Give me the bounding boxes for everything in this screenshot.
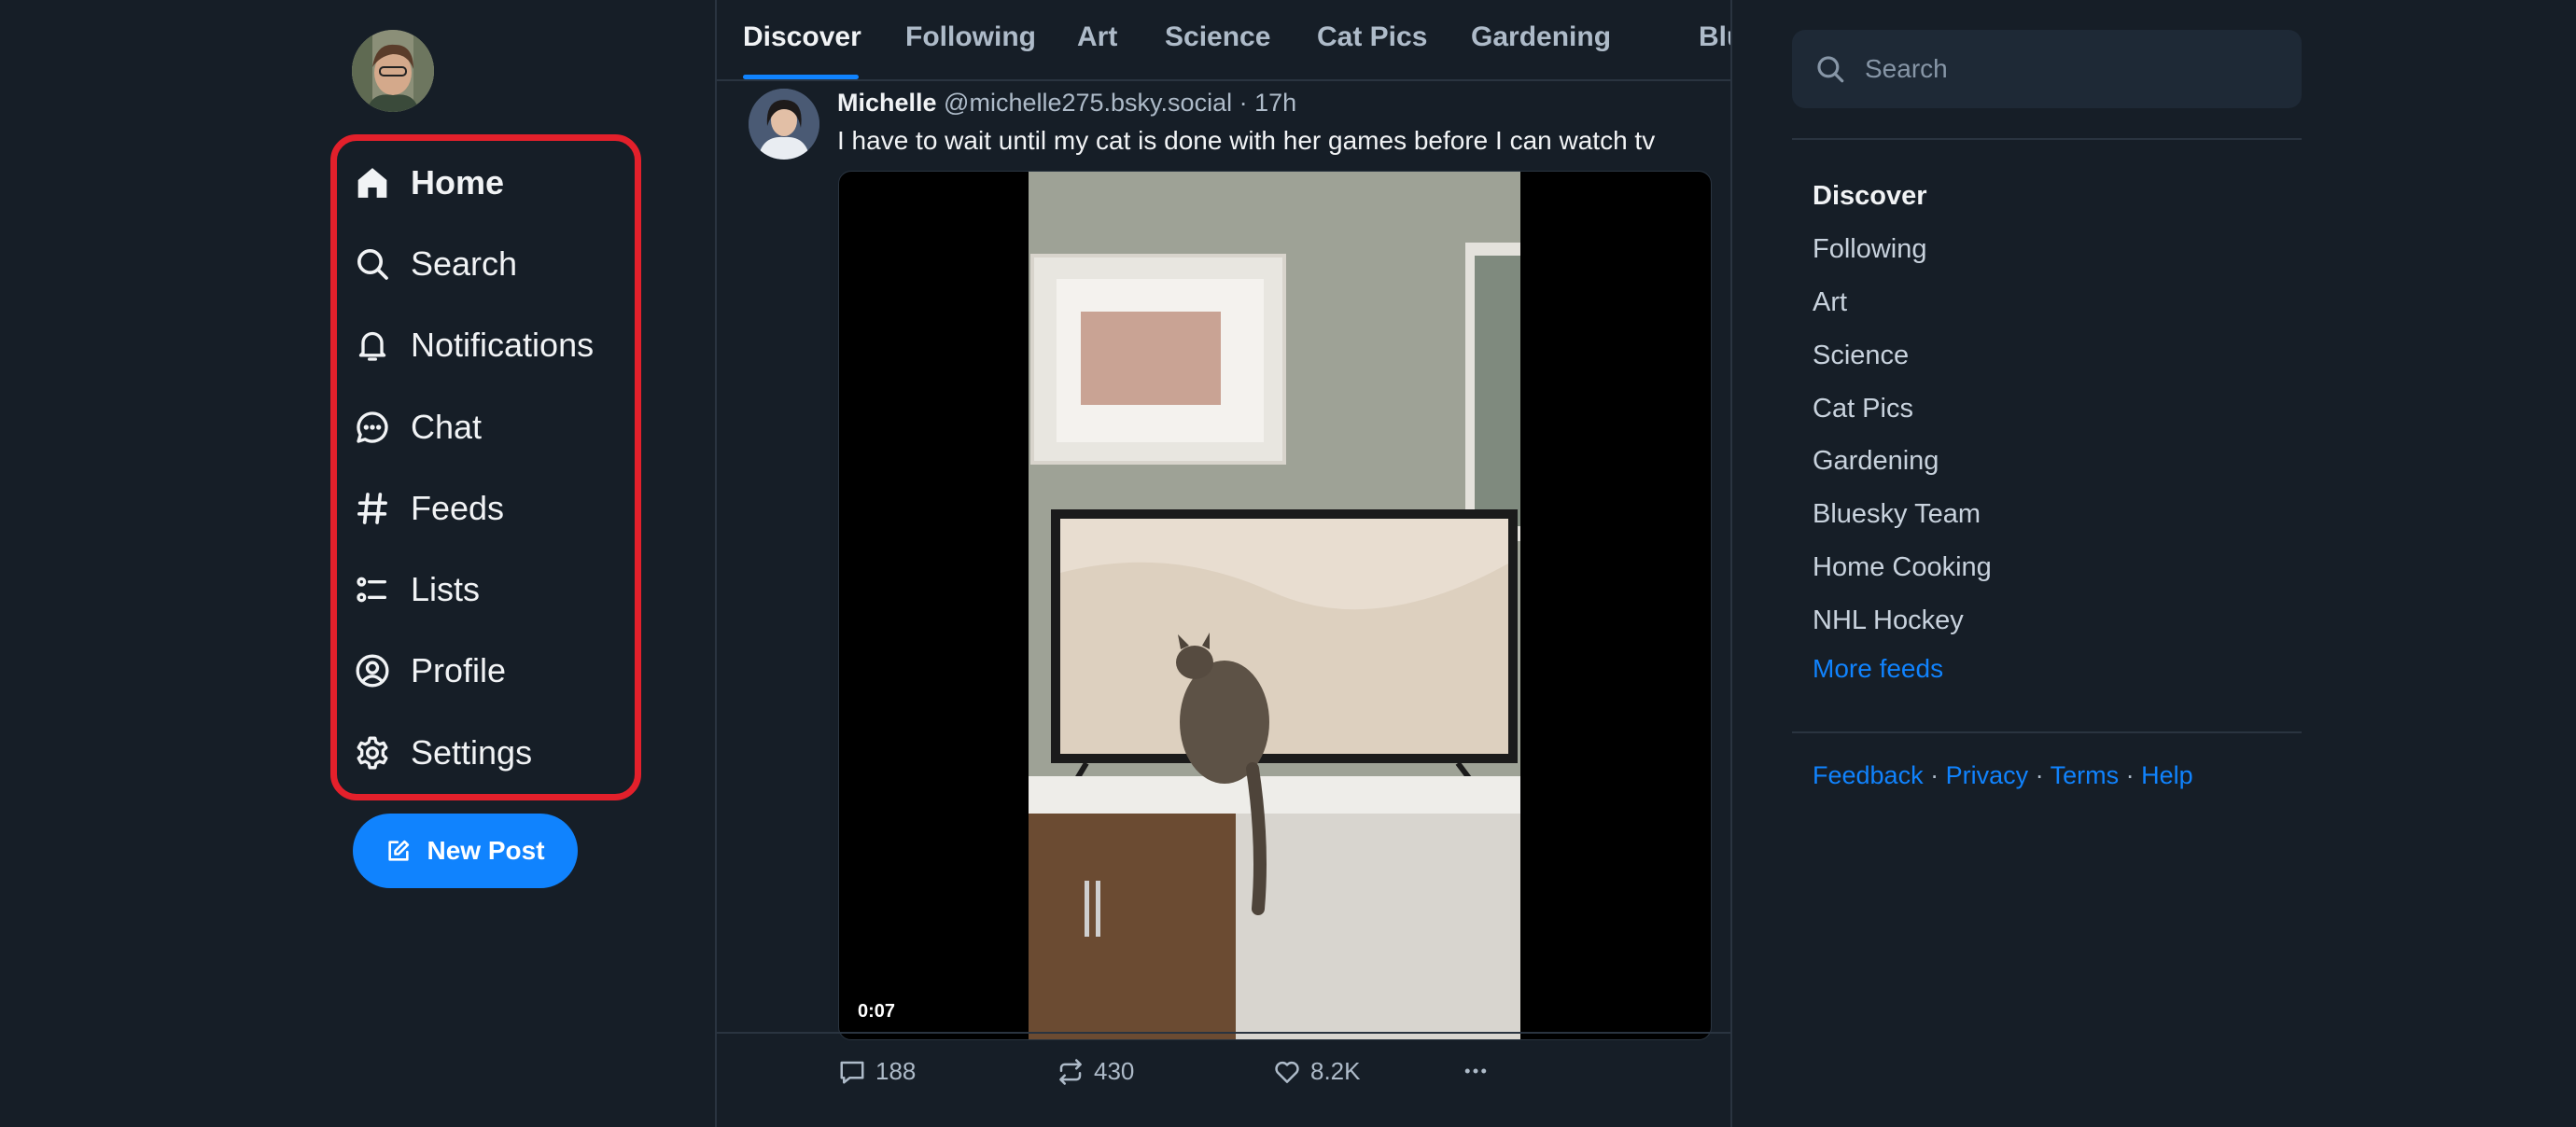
ellipsis-icon [1464, 1068, 1487, 1074]
post-actions: 188 430 8.2K [838, 1057, 1678, 1098]
reply-icon [840, 1061, 864, 1083]
nav-item-search[interactable]: Search [353, 223, 633, 304]
compose-icon [388, 840, 410, 861]
more-options-button[interactable] [1462, 1057, 1490, 1085]
post-header: Michelle @michelle275.bsky.social · 17h [837, 89, 1296, 118]
nav-item-chat[interactable]: Chat [353, 386, 633, 467]
nav-item-settings[interactable]: Settings [353, 712, 633, 793]
search-input[interactable] [1863, 53, 2277, 85]
like-count: 8.2K [1310, 1057, 1361, 1085]
feed-link-art[interactable]: Art [1813, 280, 1992, 333]
heart-icon [1275, 1061, 1299, 1083]
gear-icon [353, 733, 392, 772]
tab-bluesky-team[interactable]: Bluesk [1699, 0, 1730, 79]
feed-link-nhl-hockey[interactable]: NHL Hockey [1813, 598, 1992, 651]
feeds-list: Discover Following Art Science Cat Pics … [1813, 174, 1992, 651]
footer-links: Feedback · Privacy · Terms · Help [1813, 761, 2193, 790]
divider [1792, 138, 2302, 140]
home-icon [353, 163, 392, 202]
post-handle-time[interactable]: @michelle275.bsky.social · 17h [937, 89, 1296, 117]
bell-icon [353, 326, 392, 365]
nav-item-profile[interactable]: Profile [353, 631, 633, 712]
nav-item-home[interactable]: Home [353, 142, 633, 223]
feed-link-bluesky-team[interactable]: Bluesky Team [1813, 492, 1992, 545]
feed-link-science[interactable]: Science [1813, 333, 1992, 386]
search-box[interactable] [1792, 30, 2302, 108]
feedback-link[interactable]: Feedback [1813, 761, 1924, 789]
feed-link-gardening[interactable]: Gardening [1813, 438, 1992, 492]
search-icon [353, 244, 392, 284]
nav-item-feeds[interactable]: Feeds [353, 467, 633, 549]
chat-icon [353, 408, 392, 447]
separator: · [2028, 761, 2051, 789]
nav-label: Profile [411, 651, 507, 690]
user-avatar[interactable] [352, 30, 434, 112]
nav-item-notifications[interactable]: Notifications [353, 305, 633, 386]
terms-link[interactable]: Terms [2051, 761, 2120, 789]
repost-icon [1059, 1058, 1082, 1085]
nav-label: Notifications [411, 326, 595, 365]
reply-button[interactable]: 188 [838, 1057, 916, 1086]
nav-label: Lists [411, 570, 481, 609]
privacy-link[interactable]: Privacy [1946, 761, 2029, 789]
feed-link-following[interactable]: Following [1813, 227, 1992, 280]
video-player[interactable]: 0:07 [838, 171, 1712, 1040]
post-text: I have to wait until my cat is done with… [837, 126, 1656, 155]
nav-label: Home [411, 162, 505, 202]
post-card[interactable]: Michelle @michelle275.bsky.social · 17h … [717, 81, 1730, 1112]
video-duration: 0:07 [858, 1001, 896, 1022]
separator: · [1923, 761, 1946, 789]
post-divider [717, 1032, 1730, 1034]
feed-tabs: Discover Following Art Science Cat Pics … [717, 0, 1730, 81]
reply-count: 188 [875, 1057, 917, 1085]
hash-icon [353, 489, 392, 528]
post-author-name[interactable]: Michelle [837, 89, 937, 117]
new-post-button[interactable]: New Post [353, 814, 578, 888]
tab-gardening[interactable]: Gardening [1471, 0, 1611, 79]
feed-column: Discover Following Art Science Cat Pics … [715, 0, 1732, 1127]
tab-art[interactable]: Art [1077, 0, 1117, 79]
list-icon [353, 570, 392, 609]
like-button[interactable]: 8.2K [1273, 1057, 1361, 1086]
divider [1792, 731, 2302, 733]
more-feeds-link[interactable]: More feeds [1813, 654, 1943, 684]
separator: · [2119, 761, 2142, 789]
nav-label: Settings [411, 732, 533, 772]
nav-label: Feeds [411, 488, 505, 527]
tab-discover[interactable]: Discover [743, 0, 861, 79]
tab-science[interactable]: Science [1165, 0, 1270, 79]
feed-link-home-cooking[interactable]: Home Cooking [1813, 545, 1992, 598]
tab-following[interactable]: Following [905, 0, 1036, 79]
repost-button[interactable]: 430 [1057, 1057, 1134, 1086]
new-post-label: New Post [427, 836, 545, 865]
feed-link-cat-pics[interactable]: Cat Pics [1813, 386, 1992, 439]
active-tab-indicator [743, 75, 859, 79]
post-author-avatar[interactable] [749, 89, 819, 160]
repost-count: 430 [1094, 1057, 1135, 1085]
user-circle-icon [353, 651, 392, 690]
video-thumbnail [1029, 172, 1520, 1039]
nav-label: Search [411, 243, 518, 283]
main-nav: Home Search Notifications Chat Feeds Lis… [353, 142, 633, 793]
tab-cat-pics[interactable]: Cat Pics [1317, 0, 1427, 79]
nav-item-lists[interactable]: Lists [353, 549, 633, 630]
feed-link-discover[interactable]: Discover [1813, 174, 1992, 227]
nav-label: Chat [411, 407, 483, 446]
help-link[interactable]: Help [2141, 761, 2193, 789]
search-icon [1817, 56, 1844, 83]
